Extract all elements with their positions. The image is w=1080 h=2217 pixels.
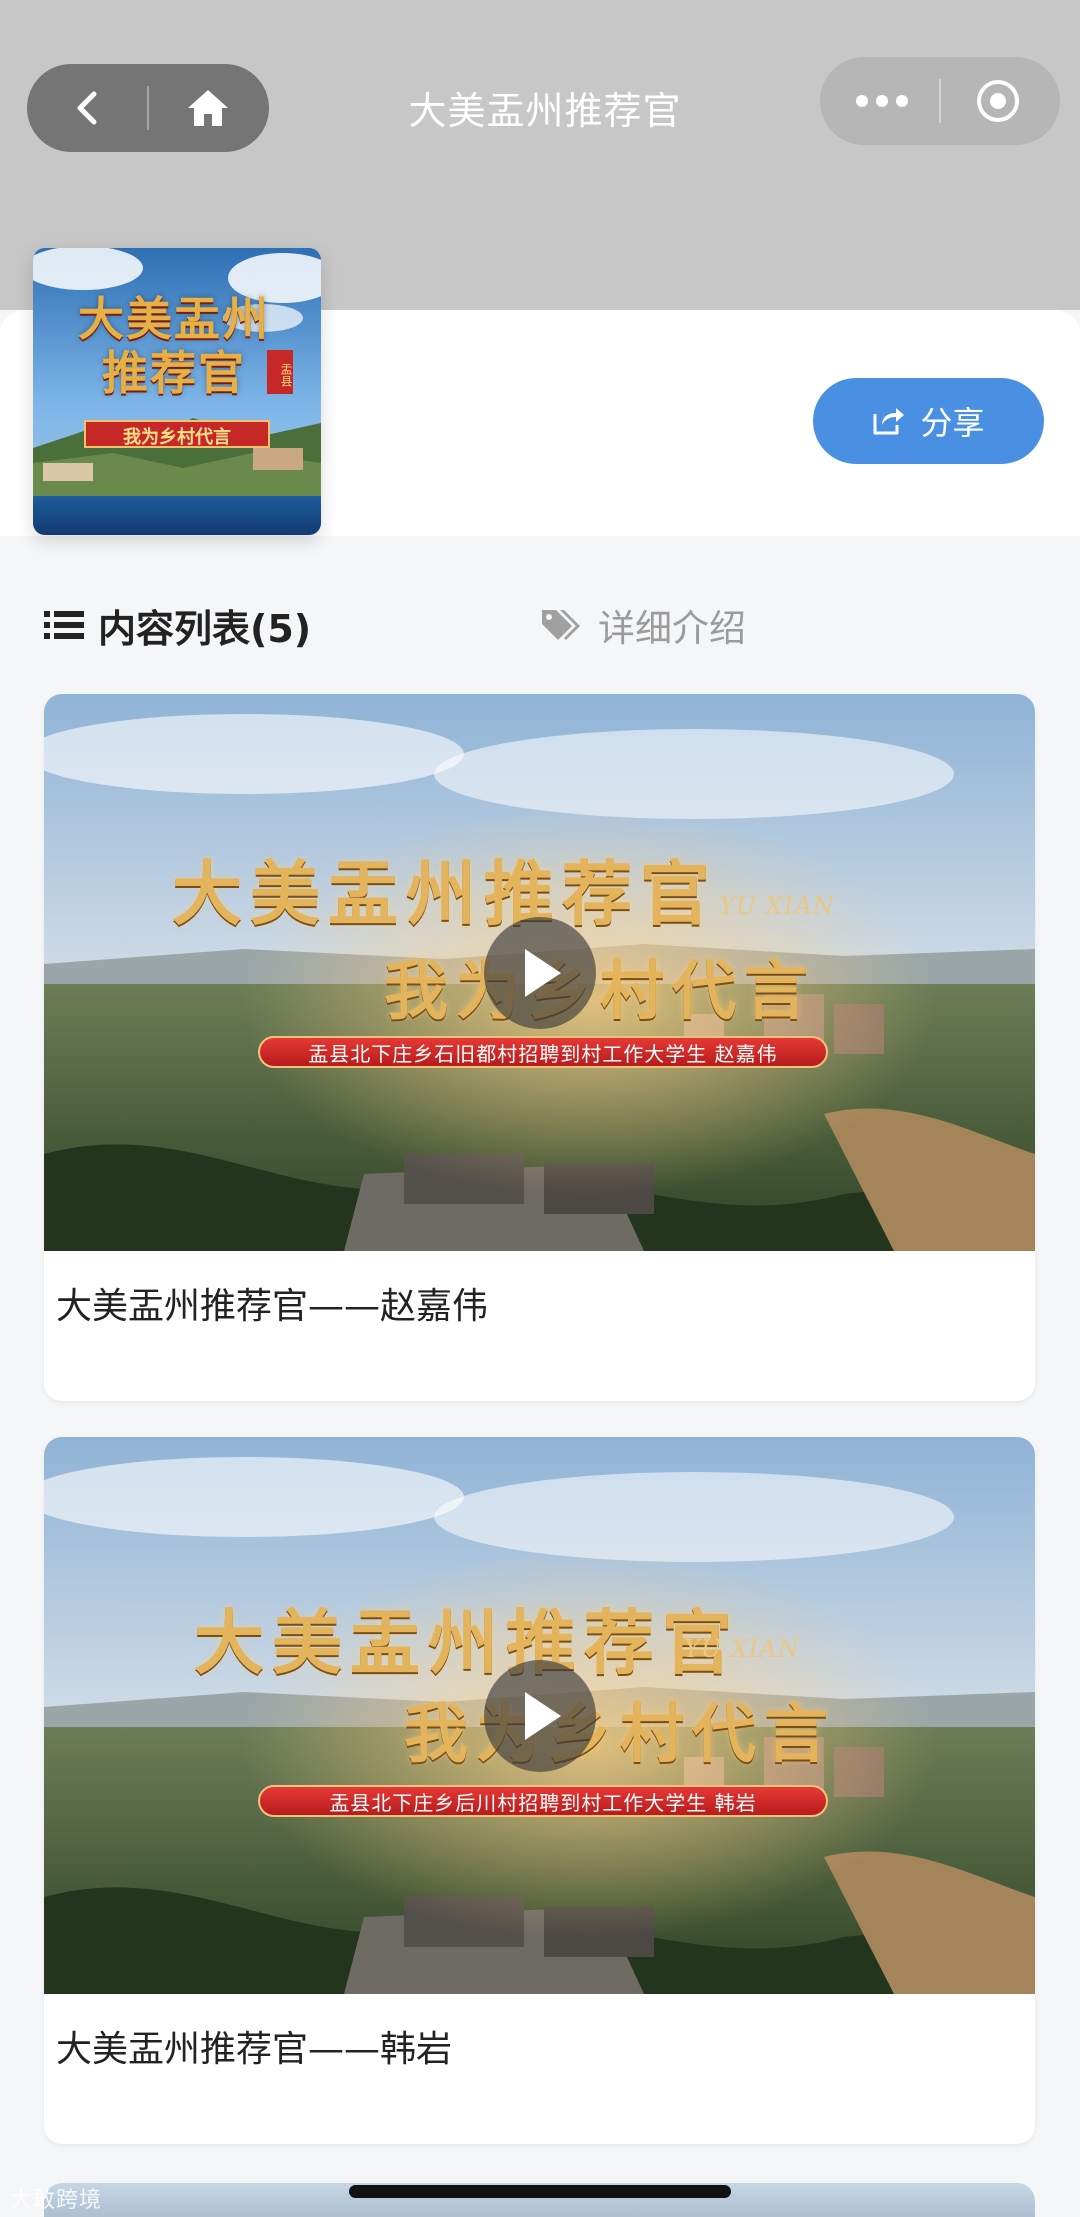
- video-title[interactable]: 大美盂州推荐官——赵嘉伟: [44, 1251, 1035, 1401]
- page: 大美盂州推荐官 大美盂州推荐官 我为乡村代言 盂县 分享 内容列表(5) 详细介…: [0, 0, 1080, 2217]
- video-title[interactable]: 大美盂州推荐官——韩岩: [44, 1994, 1035, 2144]
- thumb-yuxian: YU XIAN: [719, 892, 835, 920]
- video-card[interactable]: 大美盂州推荐官 YU XIAN 我为乡村代言 盂县北下庄乡石旧都村招聘到村工作大…: [44, 694, 1035, 1401]
- tab-bar: 内容列表(5) 详细介绍: [0, 590, 1080, 660]
- home-icon[interactable]: [172, 72, 244, 144]
- cover-subtitle: 我为乡村代言: [123, 427, 231, 448]
- nav-title: 大美盂州推荐官: [408, 89, 682, 133]
- thumb-line2: 我为乡村代言: [404, 1697, 836, 1772]
- thumb-line2: 我为乡村代言: [384, 954, 816, 1029]
- thumb-title: 大美盂州推荐官: [172, 852, 718, 935]
- tab-content-list-label: 内容列表(5): [98, 606, 312, 651]
- play-icon[interactable]: [483, 916, 596, 1029]
- video-card[interactable]: 大美盂州推荐官 YU XIAN 我为乡村代言 盂县北下庄乡后川村招聘到村工作大学…: [44, 1437, 1035, 2144]
- cover-title: 大美盂州推荐官: [78, 292, 270, 400]
- capsule-divider: [147, 86, 149, 130]
- list-icon: [44, 611, 84, 639]
- share-label: 分享: [920, 404, 985, 442]
- chevron-left-icon[interactable]: [52, 72, 124, 144]
- capsule-divider: [939, 79, 941, 123]
- nav-right-capsule: [820, 57, 1060, 145]
- nav-left-capsule: [27, 64, 269, 152]
- album-cover: 大美盂州推荐官 我为乡村代言 盂县: [33, 248, 321, 535]
- home-indicator[interactable]: [349, 2185, 731, 2198]
- more-dots-icon[interactable]: [846, 65, 918, 137]
- thumb-banner: 盂县北下庄乡后川村招聘到村工作大学生 韩岩: [258, 1785, 828, 1817]
- record-icon[interactable]: [962, 65, 1034, 137]
- tab-details[interactable]: 详细介绍: [540, 590, 746, 660]
- thumb-yuxian: YU XIAN: [684, 1635, 800, 1663]
- share-icon: [873, 408, 905, 435]
- thumb-title: 大美盂州推荐官: [194, 1601, 740, 1684]
- tab-content-list[interactable]: 内容列表(5): [44, 590, 311, 660]
- share-button[interactable]: 分享: [813, 378, 1044, 464]
- cover-badge: 盂县: [267, 350, 293, 394]
- thumb-banner: 盂县北下庄乡石旧都村招聘到村工作大学生 赵嘉伟: [258, 1036, 828, 1068]
- video-thumbnail[interactable]: 大美盂州推荐官 YU XIAN 我为乡村代言 盂县北下庄乡后川村招聘到村工作大学…: [44, 1437, 1035, 1994]
- tags-icon: [542, 610, 580, 640]
- play-icon[interactable]: [483, 1659, 596, 1772]
- video-thumbnail[interactable]: 大美盂州推荐官 YU XIAN 我为乡村代言 盂县北下庄乡石旧都村招聘到村工作大…: [44, 694, 1035, 1251]
- watermark: 大敢跨境: [10, 2188, 103, 2213]
- tab-details-label: 详细介绍: [598, 607, 746, 650]
